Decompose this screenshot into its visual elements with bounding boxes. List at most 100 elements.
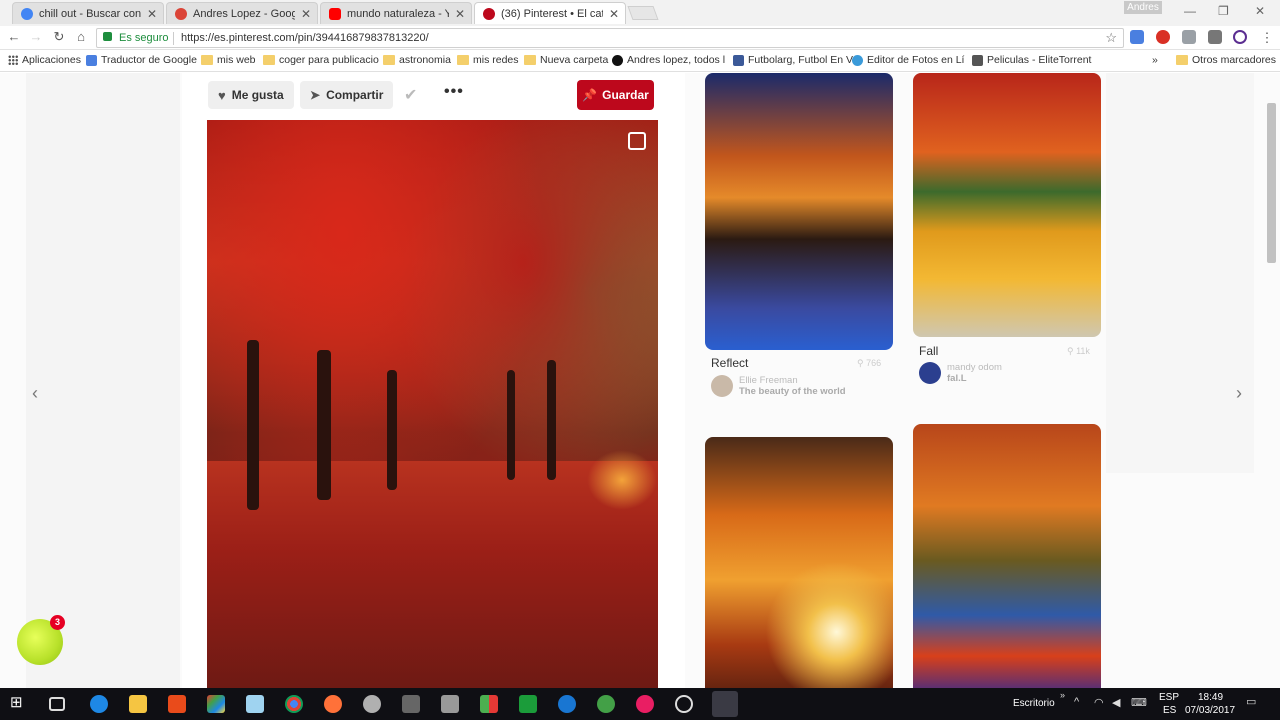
bookmark-otros-marcadores[interactable]: Otros marcadores [1176,54,1276,66]
bookmark-coger-publicacion[interactable]: coger para publicacio [263,54,379,66]
folder-icon [201,55,213,65]
windows-start-icon[interactable]: ⊞ [10,693,28,711]
desktop-label[interactable]: Escritorio [1013,698,1055,709]
app-icon[interactable] [558,695,576,713]
bookmark-apps[interactable]: Aplicaciones [8,54,81,66]
check-icon[interactable]: ✔ [404,85,417,105]
tab-pinterest[interactable]: (36) Pinterest • El catálo ✕ [474,2,626,24]
bookmark-astronomia[interactable]: astronomia [383,54,451,66]
profile-button[interactable]: Andres [1124,1,1162,14]
address-bar[interactable]: Es seguro https://es.pinterest.com/pin/3… [96,28,1124,48]
clock-date[interactable]: 07/03/2017 [1185,705,1235,716]
pin-main-image[interactable] [207,120,658,688]
home-icon[interactable]: ⌂ [72,29,90,44]
bookmark-translate[interactable]: Traductor de Google [86,54,197,66]
pinterest-icon [483,7,495,20]
app-icon[interactable] [636,695,654,713]
scrollbar-thumb[interactable] [1267,103,1276,263]
url-text[interactable]: https://es.pinterest.com/pin/39441687983… [181,32,429,44]
app-icon[interactable] [480,695,498,713]
bookmark-elitetorrent[interactable]: Peliculas - EliteTorrent [972,54,1091,66]
related-pin-user[interactable]: Ellie Freeman The beauty of the world [711,375,846,397]
related-pin-image[interactable] [913,424,1101,688]
chrome-icon[interactable] [285,695,303,713]
more-options-icon[interactable]: ••• [444,83,464,101]
camtasia-icon[interactable] [519,695,537,713]
notepad-icon[interactable] [246,695,264,713]
related-pin-image[interactable] [705,73,893,350]
secure-label: Es seguro [119,32,169,44]
bookmarks-overflow[interactable]: » [1152,54,1158,66]
related-pin-title[interactable]: Fall [919,344,938,358]
restore-icon[interactable]: ❐ [1218,4,1229,18]
distant-path [587,450,657,510]
forward-icon[interactable]: → [27,29,45,44]
save-button[interactable]: 📌 Guardar [577,80,654,110]
bookmark-andres-lopez[interactable]: Andres lopez, todos l [612,54,725,66]
app-icon[interactable] [402,695,420,713]
clock-time[interactable]: 18:49 [1198,692,1223,703]
like-button[interactable]: ♥ Me gusta [208,81,294,109]
related-pin-image[interactable] [913,73,1101,337]
download-extension-icon[interactable] [1182,30,1196,44]
app-icon[interactable] [597,695,615,713]
block-extension-icon[interactable] [1233,30,1247,44]
adblock-extension-icon[interactable] [1156,30,1170,44]
related-pin-user[interactable]: mandy odom fal.L [919,362,1002,384]
keyboard-icon[interactable]: ⌨ [1131,696,1147,709]
active-app-icon[interactable] [712,691,738,717]
language-top[interactable]: ESP [1159,692,1179,703]
share-button[interactable]: ➤ Compartir [300,81,394,109]
action-center-icon[interactable]: ▭ [1246,695,1256,708]
tab-youtube[interactable]: mundo naturaleza - YouT ✕ [320,2,472,24]
pinterest-page: ‹ › ♥ Me gusta ➤ Compartir ✔ ••• 📌 Guard… [0,73,1280,688]
minimize-icon[interactable]: — [1184,4,1196,18]
close-tab-icon[interactable]: ✕ [301,7,311,21]
previous-pin-arrow-icon[interactable]: ‹ [32,383,38,404]
bookmark-mis-redes[interactable]: mis redes [457,54,519,66]
bookmark-futbolarg[interactable]: Futbolarg, Futbol En V [733,54,853,66]
translate-extension-icon[interactable] [1130,30,1144,44]
tab-strip: chill out - Buscar con Go ✕ Andres Lopez… [0,0,1280,26]
bookmark-star-icon[interactable]: ☆ [1105,30,1117,46]
notifications-button[interactable]: 3 [17,615,65,665]
show-hidden-icons[interactable]: ^ [1074,696,1079,708]
bookmark-mis-web[interactable]: mis web [201,54,256,66]
app-icon[interactable] [441,695,459,713]
expand-image-icon[interactable] [628,132,646,150]
bookmark-nueva-carpeta[interactable]: Nueva carpeta [524,54,608,66]
elite-icon [972,54,983,66]
right-blurred-column [1106,73,1254,473]
toolbar-expand-icon[interactable]: » [1060,690,1065,700]
menu-icon[interactable]: ⋮ [1258,30,1276,46]
network-icon[interactable]: ◠ [1094,696,1104,709]
reload-icon[interactable]: ↻ [50,29,68,45]
screenshot-extension-icon[interactable] [1208,30,1222,44]
back-icon[interactable]: ← [5,29,23,44]
close-window-icon[interactable]: ✕ [1255,4,1265,18]
app-icon[interactable] [675,695,693,713]
google-icon [21,7,33,20]
new-tab-button[interactable] [627,6,659,20]
bookmark-editor-fotos[interactable]: Editor de Fotos en Lí [852,54,964,66]
edge-icon[interactable] [90,695,108,713]
related-pin-title[interactable]: Reflect [711,356,748,370]
file-explorer-icon[interactable] [129,695,147,713]
app-icon[interactable] [363,695,381,713]
tree-trunk [507,370,515,480]
volume-icon[interactable]: ◀ [1112,696,1120,709]
next-pin-arrow-icon[interactable]: › [1236,383,1242,404]
close-tab-icon[interactable]: ✕ [609,7,619,21]
tree-trunk [247,340,259,510]
task-view-icon[interactable] [49,697,65,711]
related-pin-image[interactable] [705,437,893,688]
paint-icon[interactable] [207,695,225,713]
office-icon[interactable] [168,695,186,713]
close-tab-icon[interactable]: ✕ [147,7,157,21]
bookmarks-bar: Aplicaciones Traductor de Google mis web… [0,50,1280,72]
tab-google-search[interactable]: chill out - Buscar con Go ✕ [12,2,164,24]
firefox-icon[interactable] [324,695,342,713]
language-bottom[interactable]: ES [1163,705,1176,716]
close-tab-icon[interactable]: ✕ [455,7,465,21]
tab-google-plus[interactable]: Andres Lopez - Google+ ✕ [166,2,318,24]
